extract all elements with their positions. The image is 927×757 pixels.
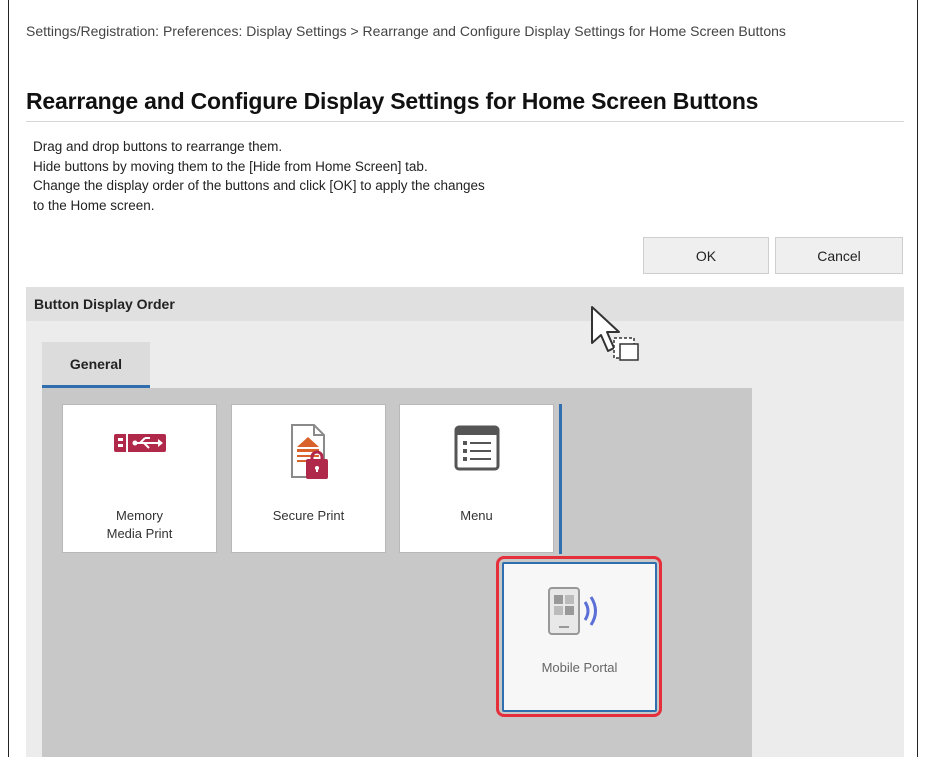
memory-media-icon — [63, 423, 216, 463]
tile-secure-print[interactable]: Secure Print — [231, 404, 386, 553]
mobile-portal-icon — [504, 586, 655, 636]
title-divider — [26, 121, 904, 122]
tab-general[interactable]: General — [42, 342, 150, 388]
tile-memory-media-print[interactable]: Memory Media Print — [62, 404, 217, 553]
tile-mobile-portal-dragging[interactable]: Mobile Portal — [502, 562, 657, 712]
drag-cursor-icon — [590, 305, 650, 380]
secure-print-icon — [232, 423, 385, 481]
cancel-button[interactable]: Cancel — [775, 237, 903, 274]
instruction-line: Hide buttons by moving them to the [Hide… — [33, 158, 428, 174]
tile-label: Secure Print — [272, 508, 345, 523]
page-title: Rearrange and Configure Display Settings… — [26, 88, 759, 114]
tile-label: Memory Media Print — [106, 508, 173, 541]
ok-button[interactable]: OK — [643, 237, 769, 274]
instruction-line: to the Home screen. — [33, 197, 155, 213]
menu-icon — [400, 423, 553, 473]
drop-indicator — [559, 404, 562, 554]
tile-menu[interactable]: Menu — [399, 404, 554, 553]
tile-label: Menu — [460, 508, 493, 523]
breadcrumb: Settings/Registration: Preferences: Disp… — [26, 23, 786, 39]
section-header: Button Display Order — [26, 287, 904, 321]
button-display-order-section: Button Display Order General Memory Medi… — [26, 287, 904, 757]
tile-panel: Memory Media Print Secure Print Menu Mob… — [42, 388, 752, 757]
instructions: Drag and drop buttons to rearrange them.… — [33, 137, 485, 215]
instruction-line: Drag and drop buttons to rearrange them. — [33, 139, 283, 154]
instruction-line: Change the display order of the buttons … — [33, 178, 485, 193]
tile-label: Mobile Portal — [541, 660, 618, 675]
